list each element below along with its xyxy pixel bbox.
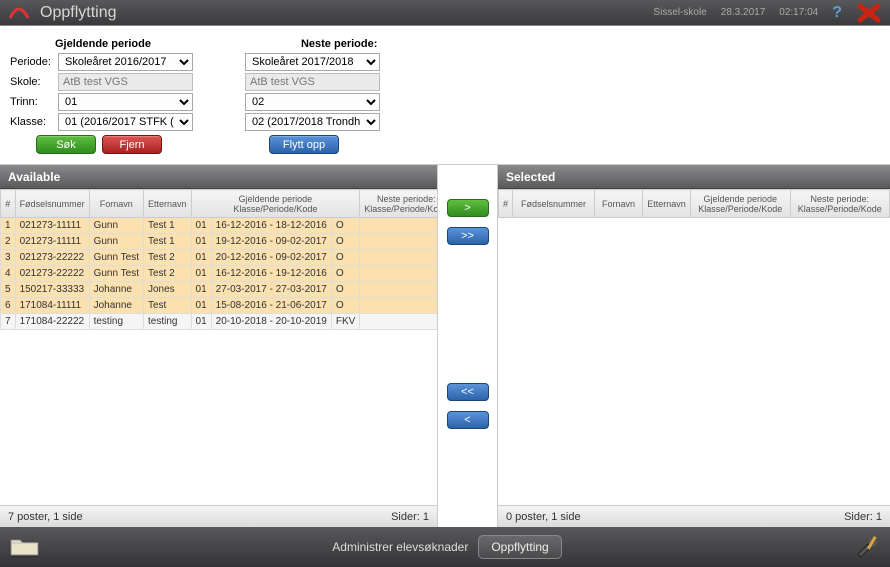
selected-pager-count: 0 poster, 1 side — [506, 511, 581, 523]
table-row[interactable]: 2021273-11111GunnTest 10119-12-2016 - 09… — [1, 234, 438, 250]
col-num[interactable]: # — [499, 190, 513, 218]
table-row[interactable]: 3021273-22222Gunn TestTest 20120-12-2016… — [1, 250, 438, 266]
skole-label: Skole: — [10, 76, 52, 88]
header-time: 02:17:04 — [779, 7, 818, 18]
selected-header: Selected — [498, 165, 890, 189]
move-right-button[interactable]: > — [447, 199, 489, 217]
flytt-opp-button[interactable]: Flytt opp — [269, 135, 339, 154]
available-pager-count: 7 poster, 1 side — [8, 511, 83, 523]
neste-skole-select: AtB test VGS — [245, 73, 380, 91]
periode-label: Periode: — [10, 56, 52, 68]
gjeldende-trinn-select[interactable]: 01 — [58, 93, 193, 111]
col-fornavn[interactable]: Fornavn — [89, 190, 143, 218]
move-all-right-button[interactable]: >> — [447, 227, 489, 245]
available-pager: 7 poster, 1 side Sider: 1 — [0, 505, 437, 527]
header-date: 28.3.2017 — [721, 7, 766, 18]
selected-pager: 0 poster, 1 side Sider: 1 — [498, 505, 890, 527]
folder-icon[interactable] — [10, 535, 40, 560]
col-neste[interactable]: Neste periode:Klasse/Periode/Kode — [360, 190, 437, 218]
available-panel: Available # Fødselsnummer Fornavn Ettern… — [0, 165, 438, 527]
lists-container: Available # Fødselsnummer Fornavn Ettern… — [0, 164, 890, 527]
available-header: Available — [0, 165, 437, 189]
neste-klasse-select[interactable]: 02 (2017/2018 Trondh — [245, 113, 380, 131]
move-all-left-button[interactable]: << — [447, 383, 489, 401]
selected-pager-pages: Sider: 1 — [844, 511, 882, 523]
move-left-button[interactable]: < — [447, 411, 489, 429]
available-pager-pages: Sider: 1 — [391, 511, 429, 523]
col-etternavn[interactable]: Etternavn — [143, 190, 191, 218]
col-fornavn[interactable]: Fornavn — [595, 190, 643, 218]
table-row[interactable]: 6171084-11111JohanneTest0115-08-2016 - 2… — [1, 298, 438, 314]
selected-grid[interactable]: # Fødselsnummer Fornavn Etternavn Gjelde… — [498, 189, 890, 218]
neste-periode-header: Neste periode: — [301, 38, 377, 50]
gjeldende-periode-header: Gjeldende periode — [55, 38, 151, 50]
app-logo-icon — [8, 5, 30, 21]
oppflytting-button[interactable]: Oppflytting — [478, 535, 561, 559]
footer-bar: Administrer elevsøknader Oppflytting — [0, 527, 890, 567]
filters-panel: Gjeldende periode Neste periode: Periode… — [0, 26, 890, 164]
col-fnr[interactable]: Fødselsnummer — [513, 190, 595, 218]
klasse-label: Klasse: — [10, 116, 52, 128]
gjeldende-klasse-select[interactable]: 01 (2016/2017 STFK ( — [58, 113, 193, 131]
gjeldende-periode-select[interactable]: Skoleåret 2016/2017 — [58, 53, 193, 71]
available-grid[interactable]: # Fødselsnummer Fornavn Etternavn Gjelde… — [0, 189, 437, 330]
neste-periode-select[interactable]: Skoleåret 2017/2018 — [245, 53, 380, 71]
admin-link[interactable]: Administrer elevsøknader — [332, 540, 468, 554]
transfer-buttons: > >> << < — [438, 165, 498, 527]
table-row[interactable]: 5150217-33333JohanneJones0127-03-2017 - … — [1, 282, 438, 298]
sok-button[interactable]: Søk — [36, 135, 96, 154]
col-fnr[interactable]: Fødselsnummer — [15, 190, 89, 218]
col-gjeldende[interactable]: Gjeldende periodeKlasse/Periode/Kode — [191, 190, 360, 218]
neste-trinn-select[interactable]: 02 — [245, 93, 380, 111]
header-school: Sissel-skole — [653, 7, 706, 18]
fjern-button[interactable]: Fjern — [102, 135, 162, 154]
tools-icon[interactable] — [854, 534, 880, 561]
titlebar: Oppflytting Sissel-skole 28.3.2017 02:17… — [0, 0, 890, 26]
page-title: Oppflytting — [40, 4, 116, 22]
close-icon[interactable] — [856, 3, 882, 23]
col-gjeldende[interactable]: Gjeldende periodeKlasse/Periode/Kode — [691, 190, 790, 218]
col-num[interactable]: # — [1, 190, 16, 218]
trinn-label: Trinn: — [10, 96, 52, 108]
table-row[interactable]: 4021273-22222Gunn TestTest 20116-12-2016… — [1, 266, 438, 282]
table-row[interactable]: 7171084-22222testingtesting0120-10-2018 … — [1, 314, 438, 330]
help-icon[interactable]: ? — [832, 4, 842, 22]
gjeldende-skole-select: AtB test VGS — [58, 73, 193, 91]
col-etternavn[interactable]: Etternavn — [643, 190, 691, 218]
selected-panel: Selected # Fødselsnummer Fornavn Etterna… — [498, 165, 890, 527]
table-row[interactable]: 1021273-11111GunnTest 10116-12-2016 - 18… — [1, 218, 438, 234]
col-neste[interactable]: Neste periode:Klasse/Periode/Kode — [790, 190, 890, 218]
